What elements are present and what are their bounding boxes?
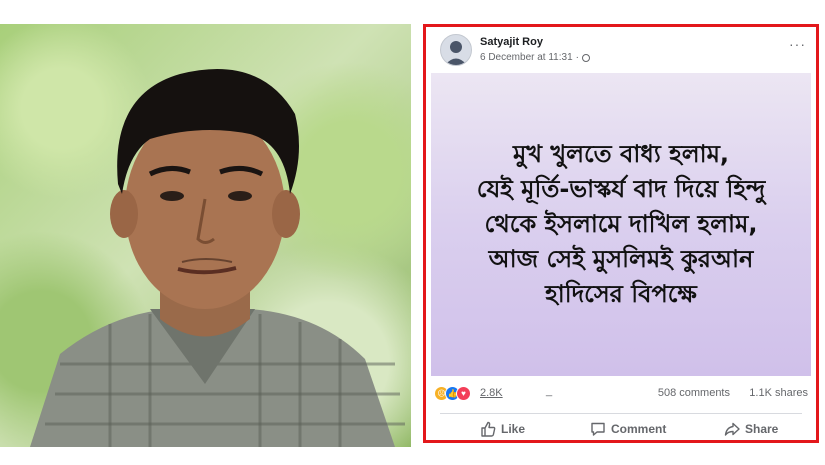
globe-icon — [582, 53, 590, 62]
post-text-line: যেই মূর্তি-ভাস্কর্য বাদ দিয়ে হিন্দু — [476, 175, 766, 203]
reaction-dash: _ — [546, 385, 553, 397]
actions-divider — [440, 413, 802, 414]
comment-icon — [591, 422, 605, 436]
post-header: Satyajit Roy 6 December at 11:31 · ··· — [436, 32, 806, 72]
share-icon — [724, 422, 740, 436]
post-text-line: হাদিসের বিপক্ষে — [545, 280, 697, 308]
reaction-icons[interactable]: ☹ 👍 ♥ — [434, 386, 471, 401]
post-text: মুখ খুলতে বাধ্য হলাম, যেই মূর্তি-ভাস্কর্… — [467, 137, 776, 312]
like-button[interactable]: Like — [480, 421, 525, 437]
facebook-post: Satyajit Roy 6 December at 11:31 · ··· ম… — [423, 24, 819, 443]
comment-button[interactable]: Comment — [590, 421, 666, 437]
like-label: Like — [501, 422, 526, 436]
post-text-line: আজ সেই মুসলিমই কুরআন — [488, 245, 754, 273]
love-reaction-icon: ♥ — [456, 386, 471, 401]
post-text-background: মুখ খুলতে বাধ্য হলাম, যেই মূর্তি-ভাস্কর্… — [431, 73, 811, 376]
post-text-line: মুখ খুলতে বাধ্য হলাম, — [512, 140, 730, 168]
like-icon — [481, 421, 496, 437]
comments-count[interactable]: 508 comments — [658, 387, 730, 399]
meta-separator: · — [575, 52, 579, 63]
shares-count[interactable]: 1.1K shares — [749, 387, 808, 399]
author-name[interactable]: Satyajit Roy — [480, 36, 543, 48]
author-avatar[interactable] — [440, 34, 472, 66]
more-icon[interactable]: ··· — [789, 36, 806, 52]
share-label: Share — [745, 422, 779, 436]
post-meta: 6 December at 11:31 · — [480, 52, 590, 63]
portrait-photo — [0, 24, 411, 447]
reaction-count[interactable]: 2.8K — [480, 387, 503, 399]
reactions-bar: ☹ 👍 ♥ 2.8K _ 508 comments 1.1K shares — [434, 385, 808, 405]
share-button[interactable]: Share — [724, 421, 778, 437]
post-actions: Like Comment Share — [426, 420, 816, 440]
portrait-illustration — [30, 69, 405, 447]
post-date[interactable]: 6 December at 11:31 — [480, 52, 573, 63]
post-text-line: থেকে ইসলামে দাখিল হলাম, — [484, 210, 758, 238]
comment-label: Comment — [611, 422, 667, 436]
